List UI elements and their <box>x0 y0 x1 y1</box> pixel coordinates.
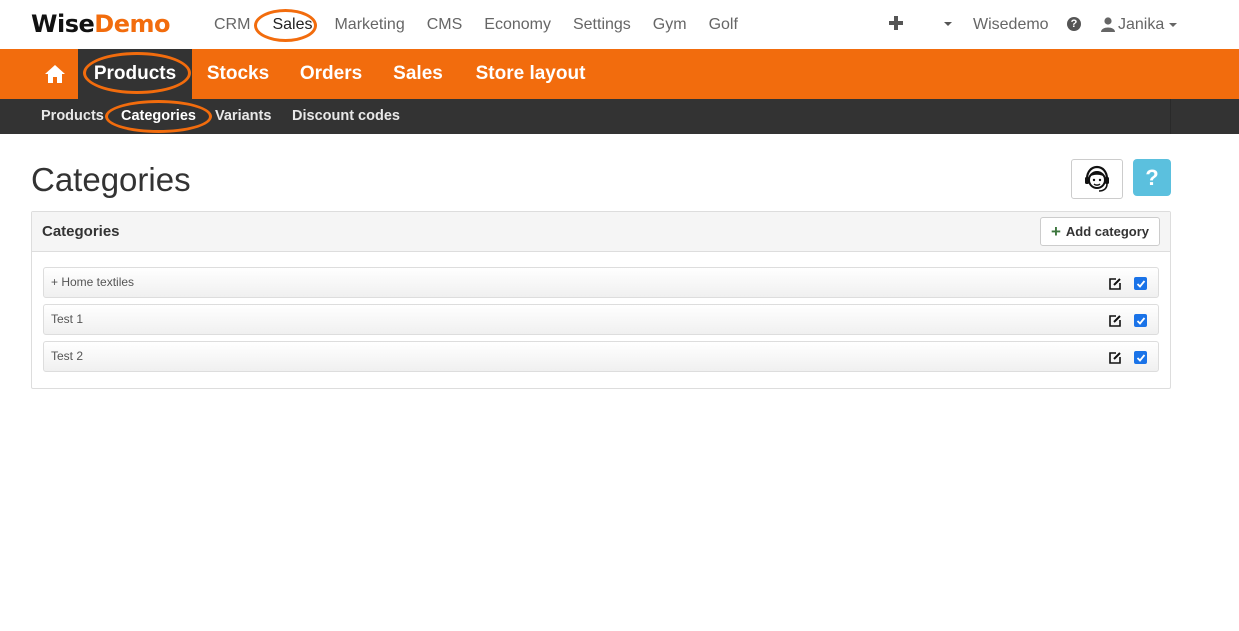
category-row[interactable]: + Home textiles <box>43 267 1159 298</box>
subnav-divider <box>1170 99 1171 134</box>
topnav-settings[interactable]: Settings <box>562 0 642 49</box>
topnav-crm[interactable]: CRM <box>203 0 261 49</box>
subnav-variants[interactable]: Variants <box>215 99 271 134</box>
wisedemo-logo[interactable]: WiseDemo <box>31 9 170 39</box>
page-title: Categories <box>31 161 191 198</box>
add-category-label: Add category <box>1065 224 1149 239</box>
logo-text-wise: Wise <box>31 10 95 38</box>
subnav-categories[interactable]: Categories <box>121 99 196 134</box>
check-icon <box>1136 316 1145 325</box>
category-row[interactable]: Test 2 <box>43 341 1159 372</box>
category-row[interactable]: Test 1 <box>43 304 1159 335</box>
panel-title: Categories <box>42 223 120 240</box>
category-label[interactable]: + Home textiles <box>51 268 134 296</box>
topnav-sales[interactable]: Sales <box>261 0 323 49</box>
category-label[interactable]: Test 1 <box>51 305 83 333</box>
headset-support-icon <box>1085 165 1109 192</box>
logo-text-demo: Demo <box>94 10 170 38</box>
category-visible-checkbox[interactable] <box>1134 314 1147 327</box>
topnav-gym[interactable]: Gym <box>642 0 698 49</box>
home-button[interactable] <box>31 49 78 99</box>
subnav-discount-codes[interactable]: Discount codes <box>292 99 400 134</box>
add-category-button[interactable]: + Add category <box>1039 217 1160 246</box>
plus-icon <box>889 16 903 30</box>
quick-add-button[interactable] <box>887 14 905 34</box>
tab-products[interactable]: Products <box>78 49 192 99</box>
subnav-products[interactable]: Products <box>41 99 104 134</box>
edit-icon[interactable] <box>1108 277 1122 291</box>
organization-name[interactable]: Wisedemo <box>973 0 1049 49</box>
plus-icon: + <box>1050 222 1061 241</box>
user-icon <box>1101 17 1115 32</box>
user-menu[interactable]: Janika <box>1101 0 1178 49</box>
category-visible-checkbox[interactable] <box>1134 351 1147 364</box>
topnav-golf[interactable]: Golf <box>698 0 749 49</box>
chevron-down-icon <box>1169 22 1178 27</box>
categories-panel: Categories + Add category + Home textile… <box>31 211 1171 389</box>
check-icon <box>1136 353 1145 362</box>
tab-stocks[interactable]: Stocks <box>192 49 284 99</box>
user-name: Janika <box>1118 15 1165 33</box>
category-label[interactable]: Test 2 <box>51 342 83 370</box>
tab-sales[interactable]: Sales <box>378 49 458 99</box>
panel-header: Categories + Add category <box>32 212 1170 252</box>
question-circle-icon[interactable]: ? <box>1067 17 1081 31</box>
sub-navigation: Products Categories Variants Discount co… <box>0 99 1239 134</box>
home-icon <box>44 65 65 83</box>
org-dropdown-caret-icon[interactable] <box>944 22 952 26</box>
top-navigation: CRM Sales Marketing CMS Economy Settings… <box>203 0 749 49</box>
category-visible-checkbox[interactable] <box>1134 277 1147 290</box>
help-button[interactable]: ? <box>1133 159 1171 196</box>
check-icon <box>1136 279 1145 288</box>
top-bar: WiseDemo CRM Sales Marketing CMS Economy… <box>0 0 1239 49</box>
topnav-economy[interactable]: Economy <box>473 0 562 49</box>
tab-store-layout[interactable]: Store layout <box>458 49 603 99</box>
edit-icon[interactable] <box>1108 351 1122 365</box>
topnav-marketing[interactable]: Marketing <box>323 0 415 49</box>
topnav-cms[interactable]: CMS <box>416 0 474 49</box>
module-navigation: Products Stocks Orders Sales Store layou… <box>0 49 1239 99</box>
support-button[interactable] <box>1071 159 1123 199</box>
edit-icon[interactable] <box>1108 314 1122 328</box>
tab-orders[interactable]: Orders <box>284 49 378 99</box>
